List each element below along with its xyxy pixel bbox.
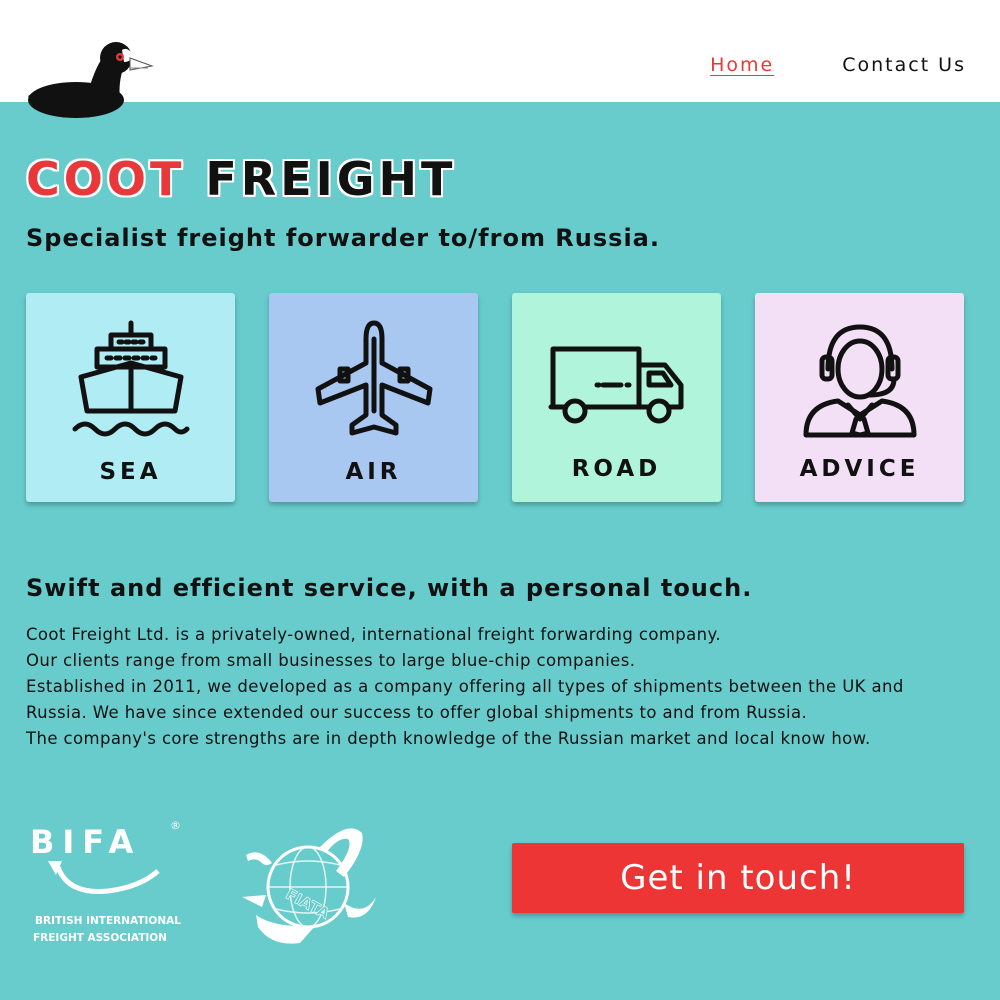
service-label-sea: SEA (99, 459, 162, 485)
truck-icon (548, 346, 683, 424)
get-in-touch-button[interactable]: Get in touch! (512, 843, 964, 913)
about-line: The company's core strengths are in dept… (26, 729, 871, 748)
about-heading: Swift and efficient service, with a pers… (26, 574, 753, 602)
about-line: Coot Freight Ltd. is a privately-owned, … (26, 625, 721, 644)
brand-freight: FREIGHT (205, 152, 457, 206)
tagline: Specialist freight forwarder to/from Rus… (26, 224, 660, 252)
service-label-road: ROAD (571, 456, 662, 482)
service-card-advice[interactable]: ADVICE (755, 293, 964, 502)
nav-contact-link[interactable]: Contact Us (842, 54, 966, 76)
coot-logo-icon[interactable] (24, 38, 156, 122)
brand-title: COOT FREIGHT (26, 156, 456, 202)
fiata-logo: FIATA (242, 828, 376, 944)
service-card-air[interactable]: AIR (269, 293, 478, 502)
ship-icon (72, 320, 189, 437)
about-line: Russia. We have since extended our succe… (26, 703, 808, 722)
nav-home-link[interactable]: Home (710, 54, 774, 76)
bifa-registered-mark: ® (170, 819, 181, 832)
service-label-advice: ADVICE (799, 456, 920, 482)
service-label-air: AIR (345, 459, 402, 485)
about-line: Our clients range from small businesses … (26, 651, 636, 670)
about-line: Established in 2011, we developed as a c… (26, 677, 904, 696)
airplane-icon (315, 320, 432, 436)
about-text: Coot Freight Ltd. is a privately-owned, … (26, 622, 976, 752)
bifa-logo: BIFA ® BRITISH INTERNATIONAL FREIGHT ASS… (30, 819, 181, 944)
service-cards: SEA AIR ROAD ADVICE (26, 293, 966, 503)
bifa-caption-line1: BRITISH INTERNATIONAL (35, 915, 181, 927)
service-card-road[interactable]: ROAD (512, 293, 721, 502)
bifa-caption-line2: FREIGHT ASSOCIATION (33, 932, 167, 944)
headset-agent-icon (803, 324, 916, 438)
bifa-logo-text: BIFA (30, 823, 141, 861)
brand-coot: COOT (26, 152, 186, 206)
main-nav: Home Contact Us (710, 54, 966, 76)
main-content: COOT FREIGHT Specialist freight forwarde… (0, 102, 1000, 1000)
service-card-sea[interactable]: SEA (26, 293, 235, 502)
